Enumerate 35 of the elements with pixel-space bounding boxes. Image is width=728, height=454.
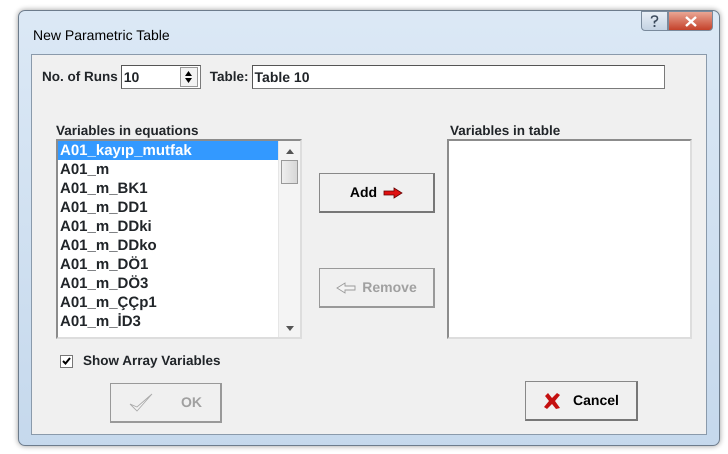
- cancel-button[interactable]: Cancel: [525, 381, 638, 422]
- scroll-thumb[interactable]: [281, 160, 298, 184]
- list-item[interactable]: A01_m_ÇÇp1: [58, 293, 278, 312]
- help-button[interactable]: [641, 11, 668, 31]
- table-label: Table:: [210, 68, 249, 86]
- check-icon: [62, 357, 71, 366]
- list-item[interactable]: A01_m_DD1: [58, 198, 278, 217]
- scrollbar[interactable]: [278, 141, 300, 337]
- list-item[interactable]: A01_m_DDko: [58, 236, 278, 255]
- scroll-down-icon: [286, 326, 294, 331]
- close-icon: [684, 16, 696, 26]
- list-heading: Variables in equations: [56, 122, 200, 139]
- window-title: New Parametric Table: [32, 26, 170, 45]
- equations-listbox[interactable]: A01_kayıp_mutfak A01_m A01_m_BK1 A01_m_DD1 A01_m_DDki A01_m_DDko A01_m_DÖ1 A01_m_DÖ3 A01_m_ÇÇp1 A01_m_İD3: [56, 139, 302, 339]
- add-button[interactable]: Add: [319, 173, 435, 213]
- close-button[interactable]: [668, 11, 713, 31]
- right-arrow-icon: [383, 186, 404, 198]
- spinner-arrows-icon: [184, 70, 194, 84]
- help-icon: [650, 14, 659, 28]
- list-item[interactable]: A01_m_DÖ3: [58, 274, 278, 293]
- list-item[interactable]: A01_m_DDki: [58, 217, 278, 236]
- checkbox-label: Show Array Variables: [83, 352, 221, 370]
- scroll-up-icon: [286, 149, 294, 154]
- list-item[interactable]: A01_m: [58, 160, 278, 179]
- left-arrow-icon: [336, 282, 356, 294]
- list-heading: Variables in table: [450, 122, 562, 139]
- table-name-field[interactable]: Table 10: [252, 65, 665, 89]
- show-array-checkbox[interactable]: [60, 354, 73, 368]
- list-item[interactable]: A01_m_BK1: [58, 179, 278, 198]
- checkmark-icon: [129, 392, 153, 413]
- list-item[interactable]: A01_m_İD3: [58, 312, 278, 331]
- list-item[interactable]: A01_m_DÖ1: [58, 255, 278, 274]
- cancel-x-icon: [543, 392, 562, 410]
- runs-label: No. of Runs: [42, 68, 118, 86]
- runs-spinner[interactable]: 10: [120, 65, 201, 89]
